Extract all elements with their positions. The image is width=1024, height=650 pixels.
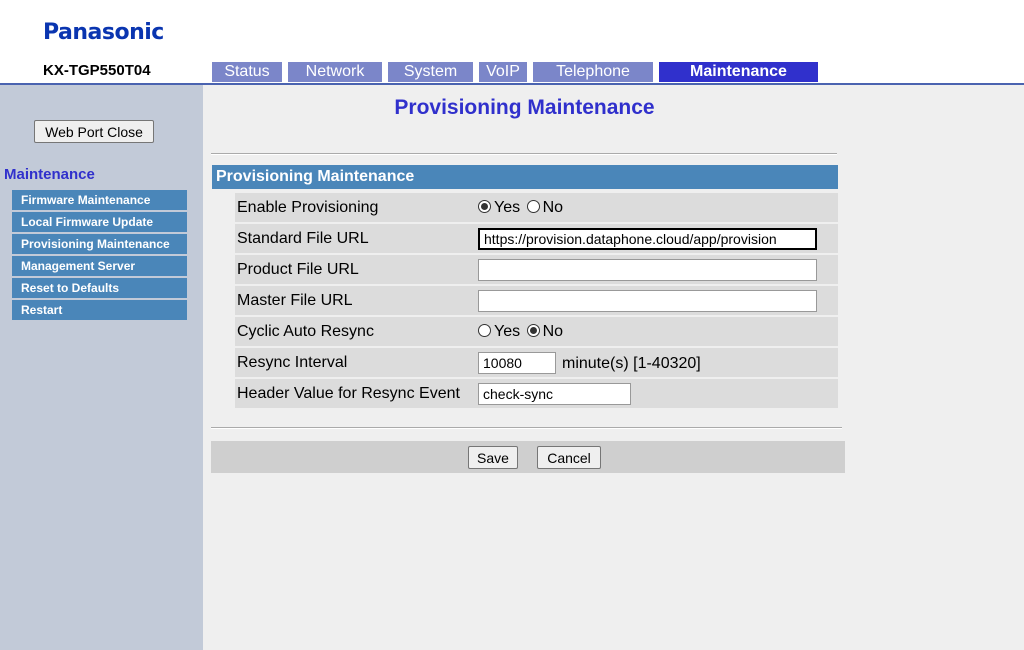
main-tabs: Status Network System VoIP Telephone Mai… — [212, 62, 824, 82]
cyclic-auto-resync-label: Cyclic Auto Resync — [235, 317, 475, 346]
product-file-url-cell — [475, 255, 838, 284]
tab-system[interactable]: System — [388, 62, 473, 82]
resync-interval-cell: minute(s) [1-40320] — [475, 348, 838, 377]
model-name: KX-TGP550T04 — [43, 62, 151, 79]
resync-interval-unit: minute(s) [1-40320] — [562, 354, 701, 372]
form-divider — [211, 427, 842, 429]
form-row: Cyclic Auto Resync Yes No — [235, 317, 838, 346]
standard-file-url-cell — [475, 224, 838, 253]
sidebar-item-reset-to-defaults[interactable]: Reset to Defaults — [12, 278, 187, 298]
standard-file-url-input[interactable] — [478, 227, 817, 250]
main-content: Provisioning Maintenance Provisioning Ma… — [203, 85, 1024, 650]
enable-provisioning-no-radio[interactable] — [526, 199, 540, 213]
sidebar-item-management-server[interactable]: Management Server — [12, 256, 187, 276]
sidebar-title: Maintenance — [4, 166, 95, 183]
header-value-cell — [475, 379, 838, 408]
sidebar: Web Port Close Maintenance Firmware Main… — [0, 85, 203, 650]
sidebar-item-restart[interactable]: Restart — [12, 300, 187, 320]
cyclic-auto-resync-no-radio[interactable] — [526, 323, 540, 337]
form-row: Standard File URL — [235, 224, 838, 253]
save-button[interactable]: Save — [468, 446, 518, 469]
header: Panasonic KX-TGP550T04 Status Network Sy… — [0, 0, 1024, 85]
master-file-url-label: Master File URL — [235, 286, 475, 315]
enable-provisioning-no-label[interactable]: No — [543, 199, 563, 216]
cyclic-auto-resync-yes-label[interactable]: Yes — [494, 323, 520, 340]
form-row: Product File URL — [235, 255, 838, 284]
tab-telephone[interactable]: Telephone — [533, 62, 653, 82]
tab-network[interactable]: Network — [288, 62, 382, 82]
sidebar-item-local-firmware-update[interactable]: Local Firmware Update — [12, 212, 187, 232]
cyclic-auto-resync-no-label[interactable]: No — [543, 323, 563, 340]
header-value-label: Header Value for Resync Event — [235, 379, 475, 408]
title-divider — [211, 153, 837, 155]
enable-provisioning-yes-radio[interactable] — [478, 199, 491, 213]
page-title: Provisioning Maintenance — [394, 96, 655, 119]
form-row: Master File URL — [235, 286, 838, 315]
enable-provisioning-options: Yes No — [475, 193, 838, 222]
enable-provisioning-yes-label[interactable]: Yes — [494, 199, 520, 216]
sidebar-item-provisioning-maintenance[interactable]: Provisioning Maintenance — [12, 234, 187, 254]
tab-voip[interactable]: VoIP — [479, 62, 527, 82]
product-file-url-label: Product File URL — [235, 255, 475, 284]
master-file-url-input[interactable] — [478, 289, 817, 312]
section-header: Provisioning Maintenance — [212, 165, 838, 189]
panasonic-logo: Panasonic — [43, 20, 164, 45]
button-bar: Save Cancel — [211, 441, 845, 473]
provisioning-form: Enable Provisioning Yes No Standard File… — [235, 191, 838, 410]
master-file-url-cell — [475, 286, 838, 315]
tab-maintenance[interactable]: Maintenance — [659, 62, 818, 82]
tab-status[interactable]: Status — [212, 62, 282, 82]
resync-interval-input[interactable] — [478, 351, 556, 374]
form-row: Resync Interval minute(s) [1-40320] — [235, 348, 838, 377]
form-row: Header Value for Resync Event — [235, 379, 838, 408]
header-value-input[interactable] — [478, 382, 631, 405]
enable-provisioning-label: Enable Provisioning — [235, 193, 475, 222]
cyclic-auto-resync-yes-radio[interactable] — [478, 323, 491, 337]
cancel-button[interactable]: Cancel — [537, 446, 601, 469]
sidebar-menu: Firmware Maintenance Local Firmware Upda… — [12, 190, 187, 322]
sidebar-item-firmware-maintenance[interactable]: Firmware Maintenance — [12, 190, 187, 210]
form-row: Enable Provisioning Yes No — [235, 193, 838, 222]
product-file-url-input[interactable] — [478, 258, 817, 281]
web-port-close-button[interactable]: Web Port Close — [34, 120, 154, 143]
cyclic-auto-resync-options: Yes No — [475, 317, 838, 346]
standard-file-url-label: Standard File URL — [235, 224, 475, 253]
resync-interval-label: Resync Interval — [235, 348, 475, 377]
